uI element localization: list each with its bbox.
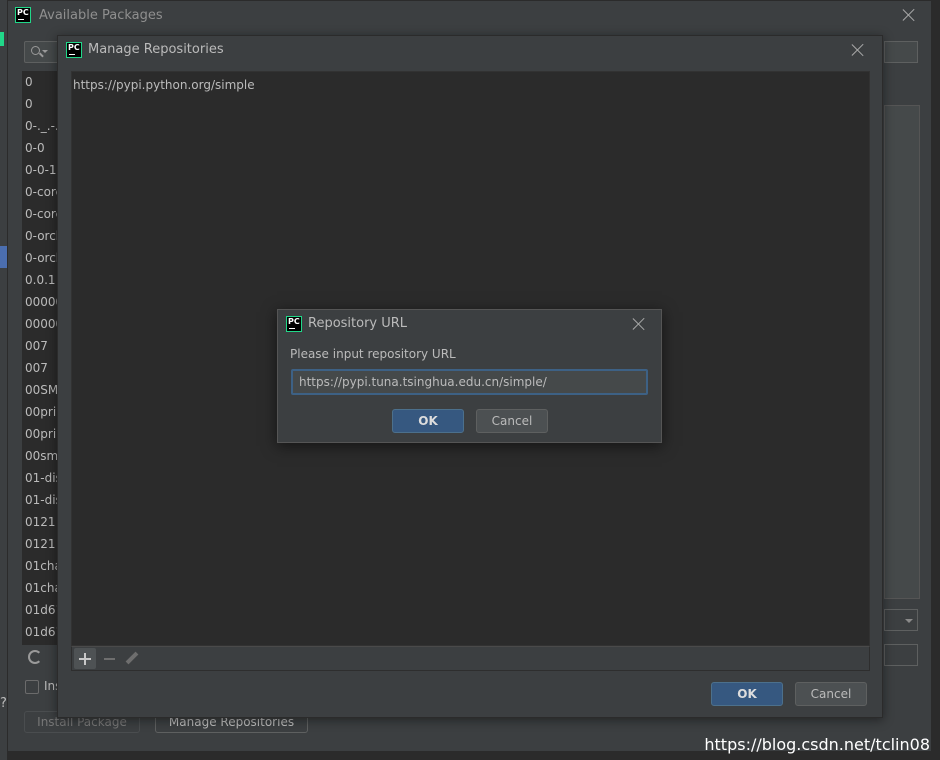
watermark-text: https://blog.csdn.net/tclin08: [704, 735, 930, 754]
description-panel-field: [884, 41, 918, 63]
window-title: Available Packages: [39, 8, 163, 23]
repository-url-input[interactable]: [291, 369, 648, 395]
ok-button[interactable]: OK: [392, 409, 464, 433]
add-icon[interactable]: [74, 648, 96, 669]
options-field[interactable]: [884, 644, 918, 666]
description-panel: [884, 105, 920, 599]
pycharm-logo-icon: PC: [66, 42, 82, 58]
ok-button[interactable]: OK: [711, 682, 783, 706]
edit-icon[interactable]: [125, 651, 139, 665]
chevron-down-icon: [42, 50, 48, 53]
pycharm-logo-icon: PC: [286, 316, 302, 332]
pycharm-logo-icon: PC: [15, 7, 31, 23]
background-window-edge: [0, 0, 7, 760]
close-icon[interactable]: [902, 8, 916, 22]
search-icon: [31, 46, 40, 55]
chevron-down-icon: [905, 619, 913, 623]
version-dropdown[interactable]: [884, 609, 918, 631]
cancel-button[interactable]: Cancel: [795, 682, 867, 706]
refresh-icon[interactable]: [28, 650, 42, 664]
repository-toolbar: [71, 646, 870, 671]
close-icon[interactable]: [632, 317, 646, 331]
options-checkbox[interactable]: [25, 680, 39, 694]
dialog-title: Repository URL: [308, 316, 408, 331]
help-icon[interactable]: ?: [0, 696, 7, 711]
background-window-indicator: [0, 32, 4, 46]
remove-icon[interactable]: [104, 658, 115, 660]
background-window-selection: [0, 246, 7, 268]
close-icon[interactable]: [851, 43, 865, 57]
url-prompt-label: Please input repository URL: [290, 347, 456, 361]
cancel-button[interactable]: Cancel: [476, 409, 548, 433]
dialog-title: Manage Repositories: [88, 42, 224, 57]
repository-url-dialog: PC Repository URL Please input repositor…: [277, 309, 662, 443]
list-item[interactable]: https://pypi.python.org/simple: [73, 78, 255, 92]
